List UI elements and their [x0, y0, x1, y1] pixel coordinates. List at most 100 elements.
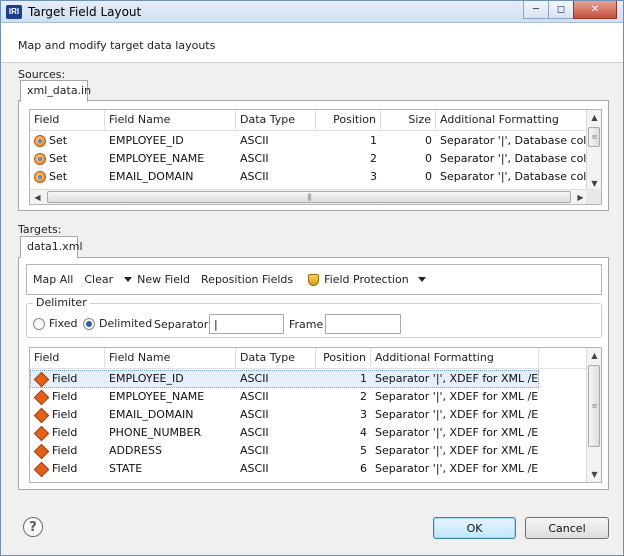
targets-vscroll-thumb[interactable]: ≡: [588, 365, 600, 447]
sources-field-type: Set: [49, 134, 68, 147]
field-icon: [33, 371, 50, 387]
targets-table: Field Field Name Data Type Position Addition…: [29, 347, 602, 483]
new-field-button[interactable]: New Field: [124, 273, 190, 286]
targets-cell: Separator '|', XDEF for XML /E...: [375, 444, 539, 457]
maximize-icon: ◻: [556, 4, 566, 15]
set-icon: [34, 171, 46, 183]
targets-table-row[interactable]: Field EMPLOYEE_NAME ASCII 2 Separator '|', X…: [30, 388, 539, 406]
minimize-button[interactable]: ─: [523, 1, 549, 19]
targets-cell: 2: [360, 390, 367, 403]
frame-input[interactable]: [325, 314, 401, 334]
fixed-radio-circle[interactable]: [33, 317, 45, 330]
field-icon: [33, 461, 50, 477]
sources-vertical-scrollbar[interactable]: ▲ ≡ ▼: [586, 110, 601, 191]
targets-cell: ASCII: [240, 462, 269, 475]
delimited-radio-circle[interactable]: [83, 317, 95, 330]
targets-table-row[interactable]: Field PHONE_NUMBER ASCII 4 Separator '|', XD…: [30, 424, 539, 442]
targets-column-header[interactable]: Field: [30, 348, 105, 369]
sources-horizontal-scrollbar[interactable]: ◀ ||| ▶: [30, 189, 588, 204]
dialog-description: Map and modify target data layouts: [18, 39, 216, 52]
tab-xml-data-in[interactable]: xml_data.in: [20, 80, 91, 102]
targets-column-header[interactable]: Position: [316, 348, 371, 369]
sources-column-header[interactable]: Field Name: [105, 110, 236, 131]
close-button[interactable]: ✕: [573, 1, 617, 19]
sources-cell: 2: [370, 152, 377, 165]
scroll-left-icon[interactable]: ◀: [30, 190, 45, 204]
targets-cell: ASCII: [240, 372, 269, 385]
targets-field-cell: Field: [30, 370, 105, 388]
targets-toolbar: Map All Clear New Field Reposition Field…: [26, 264, 602, 295]
cancel-button[interactable]: Cancel: [525, 517, 609, 539]
targets-cell: ASCII: [240, 444, 269, 457]
sources-field-cell: Set: [30, 132, 105, 150]
targets-cell: Separator '|', XDEF for XML /E...: [375, 408, 539, 421]
reposition-fields-button[interactable]: Reposition Fields: [201, 273, 293, 286]
targets-table-row[interactable]: Field EMAIL_DOMAIN ASCII 3 Separator '|', XD…: [30, 406, 539, 424]
tab-data1-xml[interactable]: data1.xml: [20, 236, 83, 258]
targets-cell: ASCII: [240, 426, 269, 439]
targets-cell: PHONE_NUMBER: [109, 426, 202, 439]
targets-cell: 4: [360, 426, 367, 439]
targets-field-type: Field: [52, 444, 78, 457]
delimited-radio[interactable]: Delimited: [83, 317, 152, 330]
sources-field-cell: Set: [30, 150, 105, 168]
sources-cell: Separator '|', Database colum...: [440, 134, 588, 147]
targets-empty-column-header: [539, 348, 588, 369]
field-icon: [33, 425, 50, 441]
ok-button[interactable]: OK: [433, 517, 516, 539]
delimiter-legend: Delimiter: [33, 296, 90, 309]
chevron-down-icon[interactable]: [124, 277, 133, 282]
sources-column-header[interactable]: Field: [30, 110, 105, 131]
scroll-up-icon[interactable]: ▲: [587, 110, 601, 125]
targets-field-cell: Field: [30, 424, 105, 442]
sources-cell: 1: [370, 134, 377, 147]
targets-table-row[interactable]: Field STATE ASCII 6 Separator '|', XDEF for …: [30, 460, 539, 478]
targets-cell: 1: [360, 372, 367, 385]
scroll-down-icon[interactable]: ▼: [587, 467, 601, 482]
targets-cell: EMPLOYEE_NAME: [109, 390, 205, 403]
field-icon: [33, 407, 50, 423]
sources-column-header[interactable]: Position: [316, 110, 381, 131]
help-icon: ?: [29, 519, 37, 535]
sources-table-row[interactable]: Set EMPLOYEE_NAME ASCII 2 0 Separator '|', Da…: [30, 150, 588, 168]
targets-vertical-scrollbar[interactable]: ▲ ≡ ▼: [586, 348, 601, 482]
sources-table-row[interactable]: Set EMAIL_DOMAIN ASCII 3 0 Separator '|', Dat…: [30, 168, 588, 186]
targets-cell: EMPLOYEE_ID: [109, 372, 184, 385]
targets-cell: 3: [360, 408, 367, 421]
targets-cell: EMAIL_DOMAIN: [109, 408, 194, 421]
sources-column-header[interactable]: Additional Formatting: [436, 110, 588, 131]
set-icon: [34, 135, 46, 147]
field-protection-label: Field Protection: [324, 273, 409, 286]
targets-column-header[interactable]: Additional Formatting: [371, 348, 539, 369]
targets-field-cell: Field: [30, 388, 105, 406]
targets-column-header[interactable]: Data Type: [236, 348, 316, 369]
targets-field-type: Field: [52, 372, 78, 385]
targets-field-cell: Field: [30, 460, 105, 478]
dialog-header: Map and modify target data layouts: [1, 23, 623, 63]
clear-button[interactable]: Clear: [84, 273, 113, 286]
sources-column-header[interactable]: Data Type: [236, 110, 316, 131]
field-protection-button[interactable]: Field Protection: [308, 273, 431, 286]
targets-table-row[interactable]: Field EMPLOYEE_ID ASCII 1 Separator '|', XDE…: [30, 370, 539, 388]
map-all-button[interactable]: Map All: [33, 273, 73, 286]
field-protection-dropdown-icon[interactable]: [417, 277, 426, 282]
targets-column-header[interactable]: Field Name: [105, 348, 236, 369]
sources-vscroll-thumb[interactable]: ≡: [588, 127, 600, 147]
scroll-up-icon[interactable]: ▲: [587, 348, 601, 363]
sources-hscroll-thumb[interactable]: |||: [47, 191, 571, 203]
sources-cell: EMPLOYEE_ID: [109, 134, 184, 147]
set-icon: [34, 153, 46, 165]
help-button[interactable]: ?: [23, 517, 43, 537]
window-title: Target Field Layout: [28, 5, 142, 19]
fixed-radio[interactable]: Fixed: [33, 317, 78, 330]
targets-table-row[interactable]: Field ADDRESS ASCII 5 Separator '|', XDEF fo…: [30, 442, 539, 460]
sources-field-type: Set: [49, 152, 68, 165]
separator-input[interactable]: [209, 314, 284, 334]
sources-cell: ASCII: [240, 152, 269, 165]
target-field-layout-dialog: IRI Target Field Layout ─ ◻ ✕ Map and mo…: [0, 0, 624, 556]
sources-column-header[interactable]: Size: [381, 110, 436, 131]
maximize-button[interactable]: ◻: [548, 1, 574, 19]
window-controls: ─ ◻ ✕: [523, 1, 617, 19]
sources-table-row[interactable]: Set EMPLOYEE_ID ASCII 1 0 Separator '|', Data…: [30, 132, 588, 150]
title-bar[interactable]: IRI Target Field Layout ─ ◻ ✕: [1, 1, 623, 23]
